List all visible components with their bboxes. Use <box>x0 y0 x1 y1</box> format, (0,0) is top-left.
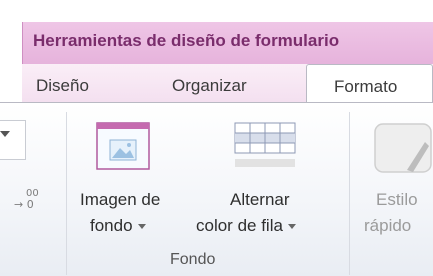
alternate-row-label-1: Alternar <box>230 190 290 209</box>
alternate-row-color-icon <box>234 122 296 167</box>
tab-format[interactable]: Formato <box>306 64 433 103</box>
quick-styles-icon <box>374 123 432 173</box>
group-separator <box>66 112 67 275</box>
tab-arrange[interactable]: Organizar <box>172 76 247 96</box>
decimal-icon[interactable]: 00 → 0 <box>14 188 50 212</box>
ribbon-tab-strip: Diseño Organizar Formato <box>22 64 433 103</box>
group-label-fondo: Fondo <box>170 251 216 268</box>
tab-design[interactable]: Diseño <box>36 76 89 96</box>
dropdown-arrow-icon <box>287 224 296 230</box>
tab-format-label: Formato <box>334 77 398 96</box>
background-image-label-1: Imagen de <box>80 190 161 209</box>
contextual-tab-header: Herramientas de diseño de formulario <box>22 22 433 64</box>
dropdown-arrow-icon <box>137 224 146 230</box>
image-background-icon <box>96 122 150 170</box>
quick-styles-label-1: Estilo <box>376 190 418 209</box>
alternate-row-label-2: color de fila <box>196 216 296 236</box>
group-separator <box>349 112 350 275</box>
quick-styles-label-2: rápido <box>364 216 412 235</box>
dropdown-arrow-icon <box>0 131 10 137</box>
previous-group-dropdown[interactable] <box>0 120 26 160</box>
background-image-label-2: fondo <box>90 216 146 236</box>
contextual-title: Herramientas de diseño de formulario <box>33 31 340 50</box>
